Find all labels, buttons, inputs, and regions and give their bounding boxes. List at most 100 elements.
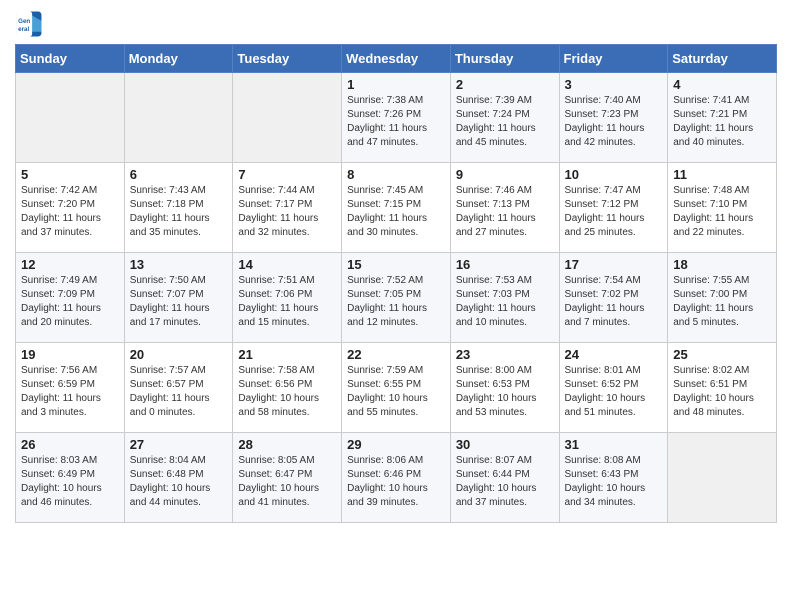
- day-number: 25: [673, 347, 771, 362]
- week-row-1: 1 Sunrise: 7:38 AM Sunset: 7:26 PM Daylig…: [16, 73, 777, 163]
- logo-icon: Gen eral: [15, 10, 43, 38]
- day-number: 3: [565, 77, 663, 92]
- day-info: Sunrise: 7:42 AM Sunset: 7:20 PM Dayligh…: [21, 184, 119, 240]
- day-cell: 2 Sunrise: 7:39 AM Sunset: 7:24 PM Daylig…: [450, 73, 559, 163]
- day-number: 23: [456, 347, 554, 362]
- day-cell: 15 Sunrise: 7:52 AM Sunset: 7:05 PM Dayli…: [342, 253, 451, 343]
- day-cell: 6 Sunrise: 7:43 AM Sunset: 7:18 PM Daylig…: [124, 163, 233, 253]
- day-cell: [233, 73, 342, 163]
- day-cell: 8 Sunrise: 7:45 AM Sunset: 7:15 PM Daylig…: [342, 163, 451, 253]
- day-info: Sunrise: 8:06 AM Sunset: 6:46 PM Dayligh…: [347, 454, 445, 510]
- day-number: 8: [347, 167, 445, 182]
- day-info: Sunrise: 7:47 AM Sunset: 7:12 PM Dayligh…: [565, 184, 663, 240]
- day-cell: 30 Sunrise: 8:07 AM Sunset: 6:44 PM Dayli…: [450, 433, 559, 523]
- day-cell: 26 Sunrise: 8:03 AM Sunset: 6:49 PM Dayli…: [16, 433, 125, 523]
- day-number: 1: [347, 77, 445, 92]
- day-cell: [16, 73, 125, 163]
- day-info: Sunrise: 7:41 AM Sunset: 7:21 PM Dayligh…: [673, 94, 771, 150]
- day-cell: 31Sunrise: 8:08 AM Sunset: 6:43 PM Dayli…: [559, 433, 668, 523]
- day-number: 20: [130, 347, 228, 362]
- day-cell: 13Sunrise: 7:50 AM Sunset: 7:07 PM Dayli…: [124, 253, 233, 343]
- day-cell: 14 Sunrise: 7:51 AM Sunset: 7:06 PM Dayli…: [233, 253, 342, 343]
- day-cell: [668, 433, 777, 523]
- day-cell: 24Sunrise: 8:01 AM Sunset: 6:52 PM Dayli…: [559, 343, 668, 433]
- svg-text:Gen: Gen: [18, 18, 30, 25]
- day-cell: 5 Sunrise: 7:42 AM Sunset: 7:20 PM Daylig…: [16, 163, 125, 253]
- svg-text:eral: eral: [18, 26, 29, 33]
- header-cell-saturday: Saturday: [668, 45, 777, 73]
- day-cell: 18 Sunrise: 7:55 AM Sunset: 7:00 PM Dayli…: [668, 253, 777, 343]
- day-number: 29: [347, 437, 445, 452]
- day-number: 11: [673, 167, 771, 182]
- page-header: Gen eral: [15, 10, 777, 38]
- logo: Gen eral: [15, 10, 47, 38]
- day-number: 16: [456, 257, 554, 272]
- day-info: Sunrise: 8:02 AM Sunset: 6:51 PM Dayligh…: [673, 364, 771, 420]
- day-number: 2: [456, 77, 554, 92]
- day-info: Sunrise: 7:40 AM Sunset: 7:23 PM Dayligh…: [565, 94, 663, 150]
- day-cell: 28Sunrise: 8:05 AM Sunset: 6:47 PM Dayli…: [233, 433, 342, 523]
- calendar-body: 1 Sunrise: 7:38 AM Sunset: 7:26 PM Daylig…: [16, 73, 777, 523]
- day-cell: 19 Sunrise: 7:56 AM Sunset: 6:59 PM Dayli…: [16, 343, 125, 433]
- day-cell: [124, 73, 233, 163]
- day-info: Sunrise: 8:08 AM Sunset: 6:43 PM Dayligh…: [565, 454, 663, 510]
- day-info: Sunrise: 8:03 AM Sunset: 6:49 PM Dayligh…: [21, 454, 119, 510]
- day-cell: 11 Sunrise: 7:48 AM Sunset: 7:10 PM Dayli…: [668, 163, 777, 253]
- day-cell: 22Sunrise: 7:59 AM Sunset: 6:55 PM Dayli…: [342, 343, 451, 433]
- day-number: 18: [673, 257, 771, 272]
- day-cell: 3 Sunrise: 7:40 AM Sunset: 7:23 PM Daylig…: [559, 73, 668, 163]
- day-number: 27: [130, 437, 228, 452]
- day-number: 19: [21, 347, 119, 362]
- week-row-4: 19 Sunrise: 7:56 AM Sunset: 6:59 PM Dayli…: [16, 343, 777, 433]
- day-number: 14: [238, 257, 336, 272]
- day-number: 17: [565, 257, 663, 272]
- day-info: Sunrise: 8:01 AM Sunset: 6:52 PM Dayligh…: [565, 364, 663, 420]
- day-number: 10: [565, 167, 663, 182]
- header-cell-sunday: Sunday: [16, 45, 125, 73]
- day-info: Sunrise: 7:54 AM Sunset: 7:02 PM Dayligh…: [565, 274, 663, 330]
- header-row: SundayMondayTuesdayWednesdayThursdayFrid…: [16, 45, 777, 73]
- day-number: 15: [347, 257, 445, 272]
- day-cell: 21 Sunrise: 7:58 AM Sunset: 6:56 PM Dayli…: [233, 343, 342, 433]
- day-info: Sunrise: 8:07 AM Sunset: 6:44 PM Dayligh…: [456, 454, 554, 510]
- day-info: Sunrise: 8:00 AM Sunset: 6:53 PM Dayligh…: [456, 364, 554, 420]
- day-info: Sunrise: 7:45 AM Sunset: 7:15 PM Dayligh…: [347, 184, 445, 240]
- day-info: Sunrise: 7:52 AM Sunset: 7:05 PM Dayligh…: [347, 274, 445, 330]
- day-info: Sunrise: 7:51 AM Sunset: 7:06 PM Dayligh…: [238, 274, 336, 330]
- day-info: Sunrise: 7:56 AM Sunset: 6:59 PM Dayligh…: [21, 364, 119, 420]
- day-cell: 4 Sunrise: 7:41 AM Sunset: 7:21 PM Daylig…: [668, 73, 777, 163]
- week-row-3: 12Sunrise: 7:49 AM Sunset: 7:09 PM Dayli…: [16, 253, 777, 343]
- header-cell-thursday: Thursday: [450, 45, 559, 73]
- day-info: Sunrise: 7:46 AM Sunset: 7:13 PM Dayligh…: [456, 184, 554, 240]
- day-number: 4: [673, 77, 771, 92]
- day-cell: 16 Sunrise: 7:53 AM Sunset: 7:03 PM Dayli…: [450, 253, 559, 343]
- week-row-5: 26 Sunrise: 8:03 AM Sunset: 6:49 PM Dayli…: [16, 433, 777, 523]
- day-info: Sunrise: 7:55 AM Sunset: 7:00 PM Dayligh…: [673, 274, 771, 330]
- header-cell-monday: Monday: [124, 45, 233, 73]
- day-number: 5: [21, 167, 119, 182]
- day-cell: 9Sunrise: 7:46 AM Sunset: 7:13 PM Daylig…: [450, 163, 559, 253]
- day-info: Sunrise: 7:59 AM Sunset: 6:55 PM Dayligh…: [347, 364, 445, 420]
- header-cell-friday: Friday: [559, 45, 668, 73]
- day-cell: 1 Sunrise: 7:38 AM Sunset: 7:26 PM Daylig…: [342, 73, 451, 163]
- day-number: 7: [238, 167, 336, 182]
- day-cell: 29 Sunrise: 8:06 AM Sunset: 6:46 PM Dayli…: [342, 433, 451, 523]
- day-info: Sunrise: 8:05 AM Sunset: 6:47 PM Dayligh…: [238, 454, 336, 510]
- day-number: 21: [238, 347, 336, 362]
- week-row-2: 5 Sunrise: 7:42 AM Sunset: 7:20 PM Daylig…: [16, 163, 777, 253]
- day-info: Sunrise: 7:48 AM Sunset: 7:10 PM Dayligh…: [673, 184, 771, 240]
- day-info: Sunrise: 7:49 AM Sunset: 7:09 PM Dayligh…: [21, 274, 119, 330]
- day-info: Sunrise: 7:58 AM Sunset: 6:56 PM Dayligh…: [238, 364, 336, 420]
- day-info: Sunrise: 7:39 AM Sunset: 7:24 PM Dayligh…: [456, 94, 554, 150]
- day-info: Sunrise: 8:04 AM Sunset: 6:48 PM Dayligh…: [130, 454, 228, 510]
- day-cell: 25 Sunrise: 8:02 AM Sunset: 6:51 PM Dayli…: [668, 343, 777, 433]
- day-number: 30: [456, 437, 554, 452]
- day-info: Sunrise: 7:53 AM Sunset: 7:03 PM Dayligh…: [456, 274, 554, 330]
- day-number: 26: [21, 437, 119, 452]
- day-number: 6: [130, 167, 228, 182]
- day-cell: 12Sunrise: 7:49 AM Sunset: 7:09 PM Dayli…: [16, 253, 125, 343]
- day-info: Sunrise: 7:38 AM Sunset: 7:26 PM Dayligh…: [347, 94, 445, 150]
- day-cell: 23 Sunrise: 8:00 AM Sunset: 6:53 PM Dayli…: [450, 343, 559, 433]
- day-info: Sunrise: 7:57 AM Sunset: 6:57 PM Dayligh…: [130, 364, 228, 420]
- day-info: Sunrise: 7:43 AM Sunset: 7:18 PM Dayligh…: [130, 184, 228, 240]
